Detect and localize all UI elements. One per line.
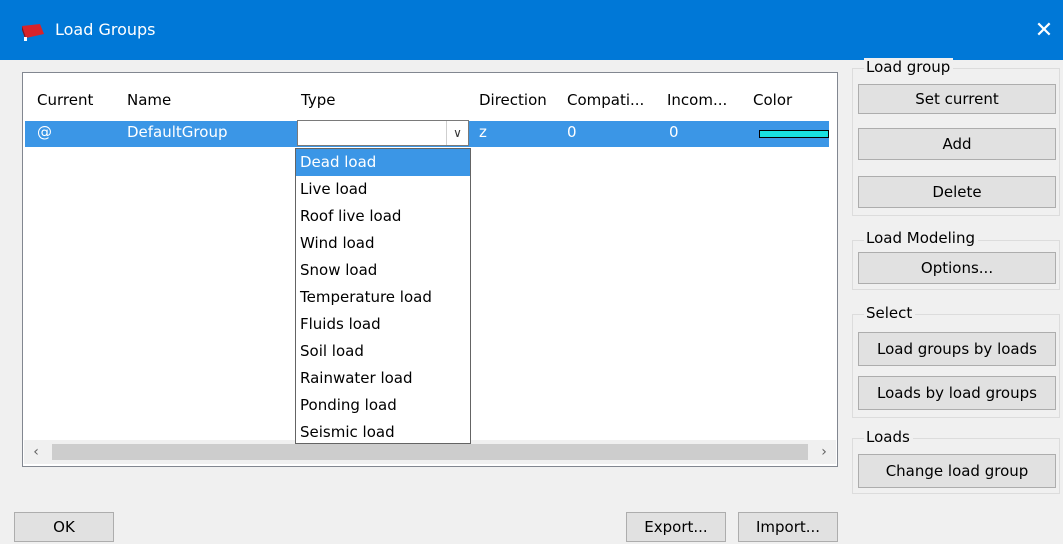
dropdown-option-dead-load[interactable]: Dead load (296, 149, 470, 176)
loads-label: Loads (864, 428, 913, 446)
delete-button[interactable]: Delete (858, 176, 1056, 208)
dropdown-option-ponding-load[interactable]: Ponding load (296, 392, 470, 419)
scrollbar-thumb[interactable] (52, 444, 808, 460)
title-bar: Load Groups ✕ (0, 0, 1063, 60)
window-title: Load Groups (55, 20, 156, 39)
dropdown-option-seismic-load[interactable]: Seismic load (296, 419, 470, 446)
dropdown-option-wind-load[interactable]: Wind load (296, 230, 470, 257)
column-header-color[interactable]: Color (753, 91, 792, 109)
dropdown-option-fluids-load[interactable]: Fluids load (296, 311, 470, 338)
select-label: Select (864, 304, 916, 322)
chevron-down-icon[interactable]: ∨ (446, 121, 468, 145)
type-combobox[interactable]: ∨ (297, 120, 469, 146)
scroll-left-icon[interactable]: ‹ (24, 440, 48, 464)
dropdown-option-roof-live-load[interactable]: Roof live load (296, 203, 470, 230)
set-current-button[interactable]: Set current (858, 84, 1056, 114)
dropdown-option-live-load[interactable]: Live load (296, 176, 470, 203)
cell-current[interactable]: @ (37, 123, 52, 141)
cell-direction[interactable]: z (479, 123, 487, 141)
add-button[interactable]: Add (858, 128, 1056, 160)
cell-name[interactable]: DefaultGroup (127, 123, 227, 141)
cell-incompatible[interactable]: 0 (669, 123, 679, 141)
export-button[interactable]: Export... (626, 512, 726, 542)
change-load-group-button[interactable]: Change load group (858, 454, 1056, 488)
loads-by-load-groups-button[interactable]: Loads by load groups (858, 376, 1056, 410)
dropdown-option-snow-load[interactable]: Snow load (296, 257, 470, 284)
close-icon[interactable]: ✕ (1025, 14, 1063, 48)
load-modeling-label: Load Modeling (864, 229, 978, 247)
load-groups-by-loads-button[interactable]: Load groups by loads (858, 332, 1056, 366)
load-group-label: Load group (864, 58, 954, 76)
dropdown-option-soil-load[interactable]: Soil load (296, 338, 470, 365)
column-header-current[interactable]: Current (37, 91, 93, 109)
cell-color-swatch[interactable] (759, 130, 829, 138)
import-button[interactable]: Import... (738, 512, 838, 542)
column-header-incompatible[interactable]: Incom... (667, 91, 727, 109)
dropdown-option-temperature-load[interactable]: Temperature load (296, 284, 470, 311)
scroll-right-icon[interactable]: › (812, 440, 836, 464)
column-header-name[interactable]: Name (127, 91, 171, 109)
app-icon (22, 24, 44, 41)
ok-button[interactable]: OK (14, 512, 114, 542)
dropdown-option-rainwater-load[interactable]: Rainwater load (296, 365, 470, 392)
column-header-type[interactable]: Type (301, 91, 335, 109)
options-button[interactable]: Options... (858, 252, 1056, 284)
column-header-compatible[interactable]: Compati... (567, 91, 644, 109)
column-header-direction[interactable]: Direction (479, 91, 547, 109)
type-dropdown-list[interactable]: Dead load Live load Roof live load Wind … (295, 148, 471, 444)
cell-compatible[interactable]: 0 (567, 123, 577, 141)
